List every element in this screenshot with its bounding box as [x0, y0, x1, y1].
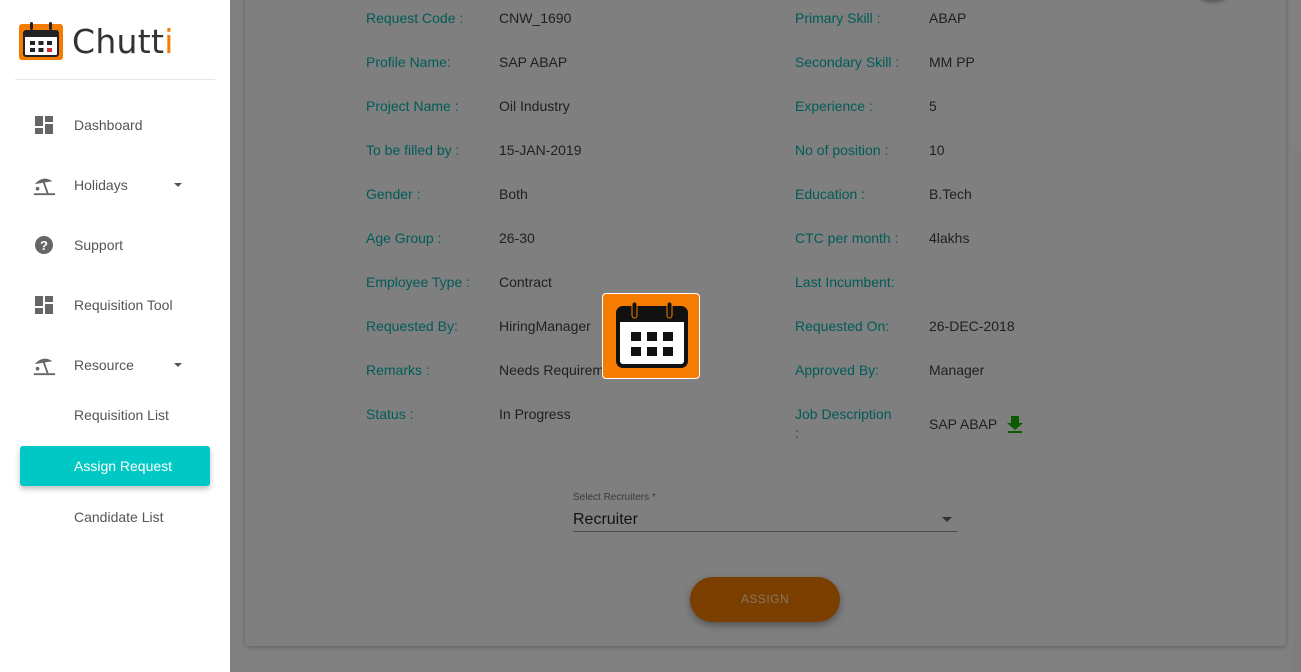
- calendar-logo-icon: [19, 22, 63, 60]
- brand-name: Chutti: [72, 21, 174, 61]
- assign-button[interactable]: ASSIGN: [690, 577, 840, 622]
- label-requested-by: Requested By:: [366, 318, 458, 334]
- value-project-name: Oil Industry: [499, 98, 570, 114]
- loading-calendar-icon: [602, 293, 700, 379]
- value-remarks: Needs Requireme: [499, 362, 612, 378]
- label-primary-skill: Primary Skill :: [795, 10, 881, 26]
- help-icon: ?: [32, 233, 56, 257]
- value-no-of-position: 10: [929, 142, 945, 158]
- recruiter-select[interactable]: Select Recruiters * Recruiter: [573, 490, 958, 534]
- chevron-down-icon: [174, 183, 182, 187]
- dashboard-icon: [32, 113, 56, 137]
- sidebar-item-label: Support: [74, 237, 124, 253]
- label-status: Status :: [366, 406, 414, 422]
- label-secondary-skill: Secondary Skill :: [795, 54, 900, 70]
- sidebar-item-label: Requisition Tool: [74, 297, 173, 313]
- sidebar-item-requisition-list[interactable]: Requisition List: [20, 395, 210, 435]
- sidebar-item-label: Assign Request: [74, 458, 173, 474]
- chevron-down-icon: [174, 363, 182, 367]
- sidebar-item-label: Dashboard: [74, 117, 143, 133]
- label-ctc-per-month: CTC per month :: [795, 230, 899, 246]
- value-profile-name: SAP ABAP: [499, 54, 568, 70]
- value-experience: 5: [929, 98, 937, 114]
- sidebar-item-candidate-list[interactable]: Candidate List: [20, 497, 210, 537]
- sidebar-item-dashboard[interactable]: Dashboard: [20, 105, 210, 145]
- beach-icon: [32, 353, 56, 377]
- value-requested-on: 26-DEC-2018: [929, 318, 1015, 334]
- sidebar-item-resource[interactable]: Resource: [20, 345, 210, 385]
- download-icon[interactable]: [1005, 414, 1025, 434]
- recruiter-select-label: Select Recruiters *: [573, 492, 656, 503]
- beach-icon: [32, 173, 56, 197]
- value-request-code: CNW_1690: [499, 10, 572, 26]
- label-employee-type: Employee Type :: [366, 274, 471, 290]
- sidebar-item-holidays[interactable]: Holidays: [20, 165, 210, 205]
- sidebar-item-support[interactable]: ? Support: [20, 225, 210, 265]
- sidebar: Chutti Dashboard Holidays ? Support Requ…: [0, 0, 230, 672]
- scrollbar[interactable]: [1293, 150, 1301, 672]
- label-no-of-position: No of position :: [795, 142, 889, 158]
- sidebar-item-label: Candidate List: [74, 509, 164, 525]
- value-to-be-filled-by: 15-JAN-2019: [499, 142, 582, 158]
- brand[interactable]: Chutti: [18, 21, 174, 61]
- sidebar-item-label: Resource: [74, 357, 134, 373]
- value-age-group: 26-30: [499, 230, 535, 246]
- label-job-description: Job Description: [795, 406, 892, 422]
- value-gender: Both: [499, 186, 528, 202]
- brand-divider: [15, 79, 215, 80]
- chevron-down-icon: [942, 517, 952, 522]
- label-approved-by: Approved By:: [795, 362, 880, 378]
- value-employee-type: Contract: [499, 274, 552, 290]
- label-request-code: Request Code :: [366, 10, 464, 26]
- value-approved-by: Manager: [929, 362, 985, 378]
- svg-text:?: ?: [40, 238, 48, 253]
- value-job-description: SAP ABAP: [929, 416, 998, 432]
- label-experience: Experience :: [795, 98, 873, 114]
- recruiter-select-value: Recruiter: [573, 511, 638, 528]
- value-ctc-per-month: 4lakhs: [929, 230, 970, 246]
- sidebar-item-label: Requisition List: [74, 407, 169, 423]
- label-education: Education :: [795, 186, 866, 202]
- label-last-incumbent: Last Incumbent:: [795, 274, 895, 290]
- sidebar-item-assign-request[interactable]: Assign Request: [20, 446, 210, 486]
- label-project-name: Project Name :: [366, 98, 459, 114]
- label-gender: Gender :: [366, 186, 421, 202]
- label-to-be-filled-by: To be filled by :: [366, 142, 460, 158]
- select-underline: [573, 531, 958, 532]
- sidebar-item-requisition-tool[interactable]: Requisition Tool: [20, 285, 210, 325]
- label-job-description-colon: :: [795, 425, 799, 441]
- value-education: B.Tech: [929, 186, 972, 202]
- value-primary-skill: ABAP: [929, 10, 967, 26]
- value-status: In Progress: [499, 406, 571, 422]
- label-remarks: Remarks :: [366, 362, 430, 378]
- label-profile-name: Profile Name:: [366, 54, 451, 70]
- value-requested-by: HiringManager: [499, 318, 591, 334]
- dashboard-icon: [32, 293, 56, 317]
- label-requested-on: Requested On:: [795, 318, 890, 334]
- label-age-group: Age Group :: [366, 230, 442, 246]
- sidebar-item-label: Holidays: [74, 177, 128, 193]
- value-secondary-skill: MM PP: [929, 54, 975, 70]
